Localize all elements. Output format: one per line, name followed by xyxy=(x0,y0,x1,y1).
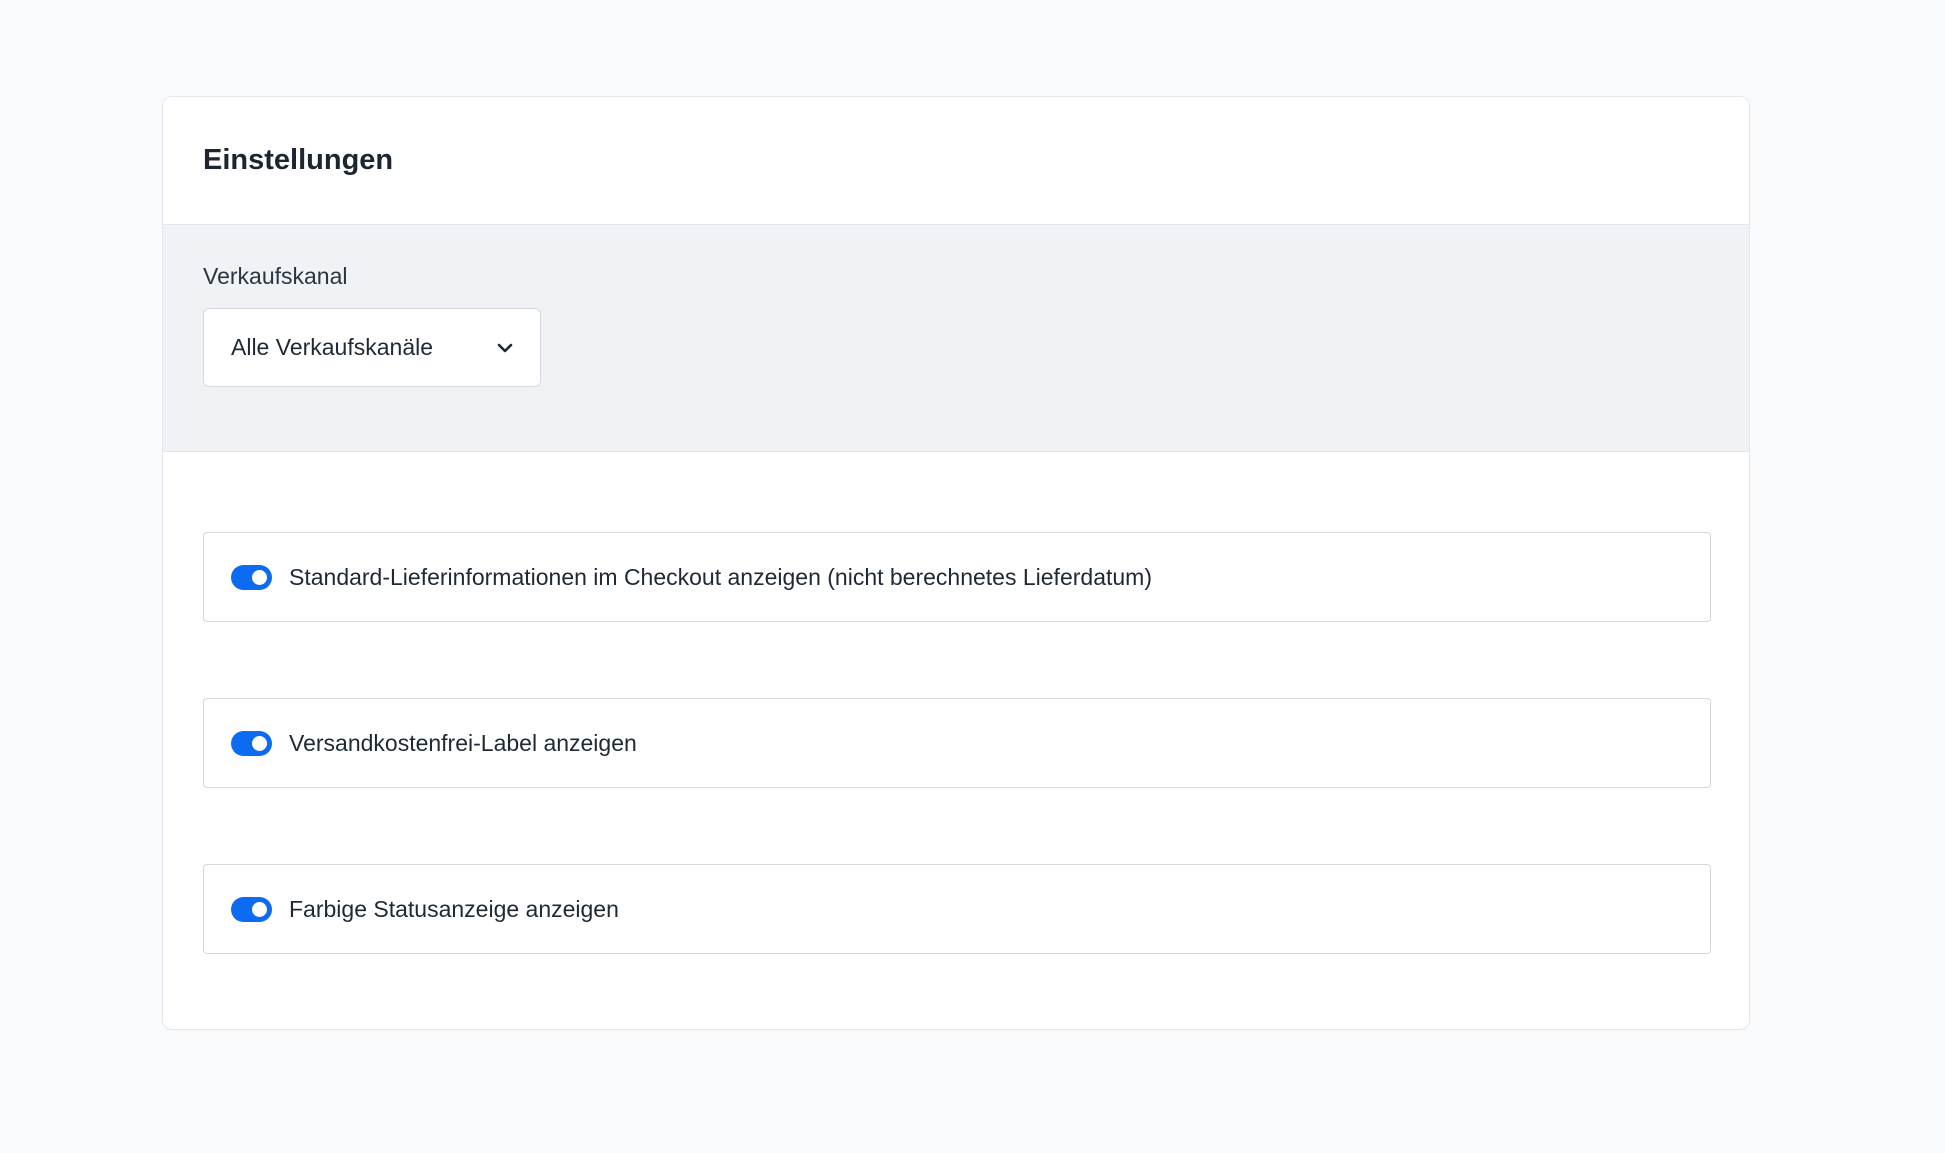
colored-status-label: Farbige Statusanzeige anzeigen xyxy=(289,895,619,922)
options-list: Standard-Lieferinformationen im Checkout… xyxy=(163,452,1749,954)
toggle-knob xyxy=(252,901,267,917)
settings-card: Einstellungen Verkaufskanal Alle Verkauf… xyxy=(162,96,1750,1030)
free-shipping-label-text: Versandkostenfrei-Label anzeigen xyxy=(289,729,637,756)
page-title: Einstellungen xyxy=(203,144,394,176)
sales-channel-selected-value: Alle Verkaufskanäle xyxy=(231,334,434,360)
sales-channel-select[interactable]: Alle Verkaufskanäle xyxy=(203,308,541,387)
colored-status-toggle[interactable] xyxy=(231,896,272,922)
option-free-shipping-label: Versandkostenfrei-Label anzeigen xyxy=(203,698,1711,788)
card-header: Einstellungen xyxy=(163,97,1749,225)
chevron-down-icon xyxy=(494,337,516,359)
toggle-knob xyxy=(252,569,267,585)
free-shipping-label-toggle[interactable] xyxy=(231,730,272,756)
toggle-knob xyxy=(252,735,267,751)
sales-channel-filter: Verkaufskanal Alle Verkaufskanäle xyxy=(163,225,1749,452)
option-delivery-info: Standard-Lieferinformationen im Checkout… xyxy=(203,532,1711,622)
sales-channel-label: Verkaufskanal xyxy=(203,263,348,289)
delivery-info-toggle[interactable] xyxy=(231,564,272,590)
delivery-info-label: Standard-Lieferinformationen im Checkout… xyxy=(289,563,1152,590)
option-colored-status: Farbige Statusanzeige anzeigen xyxy=(203,864,1711,954)
